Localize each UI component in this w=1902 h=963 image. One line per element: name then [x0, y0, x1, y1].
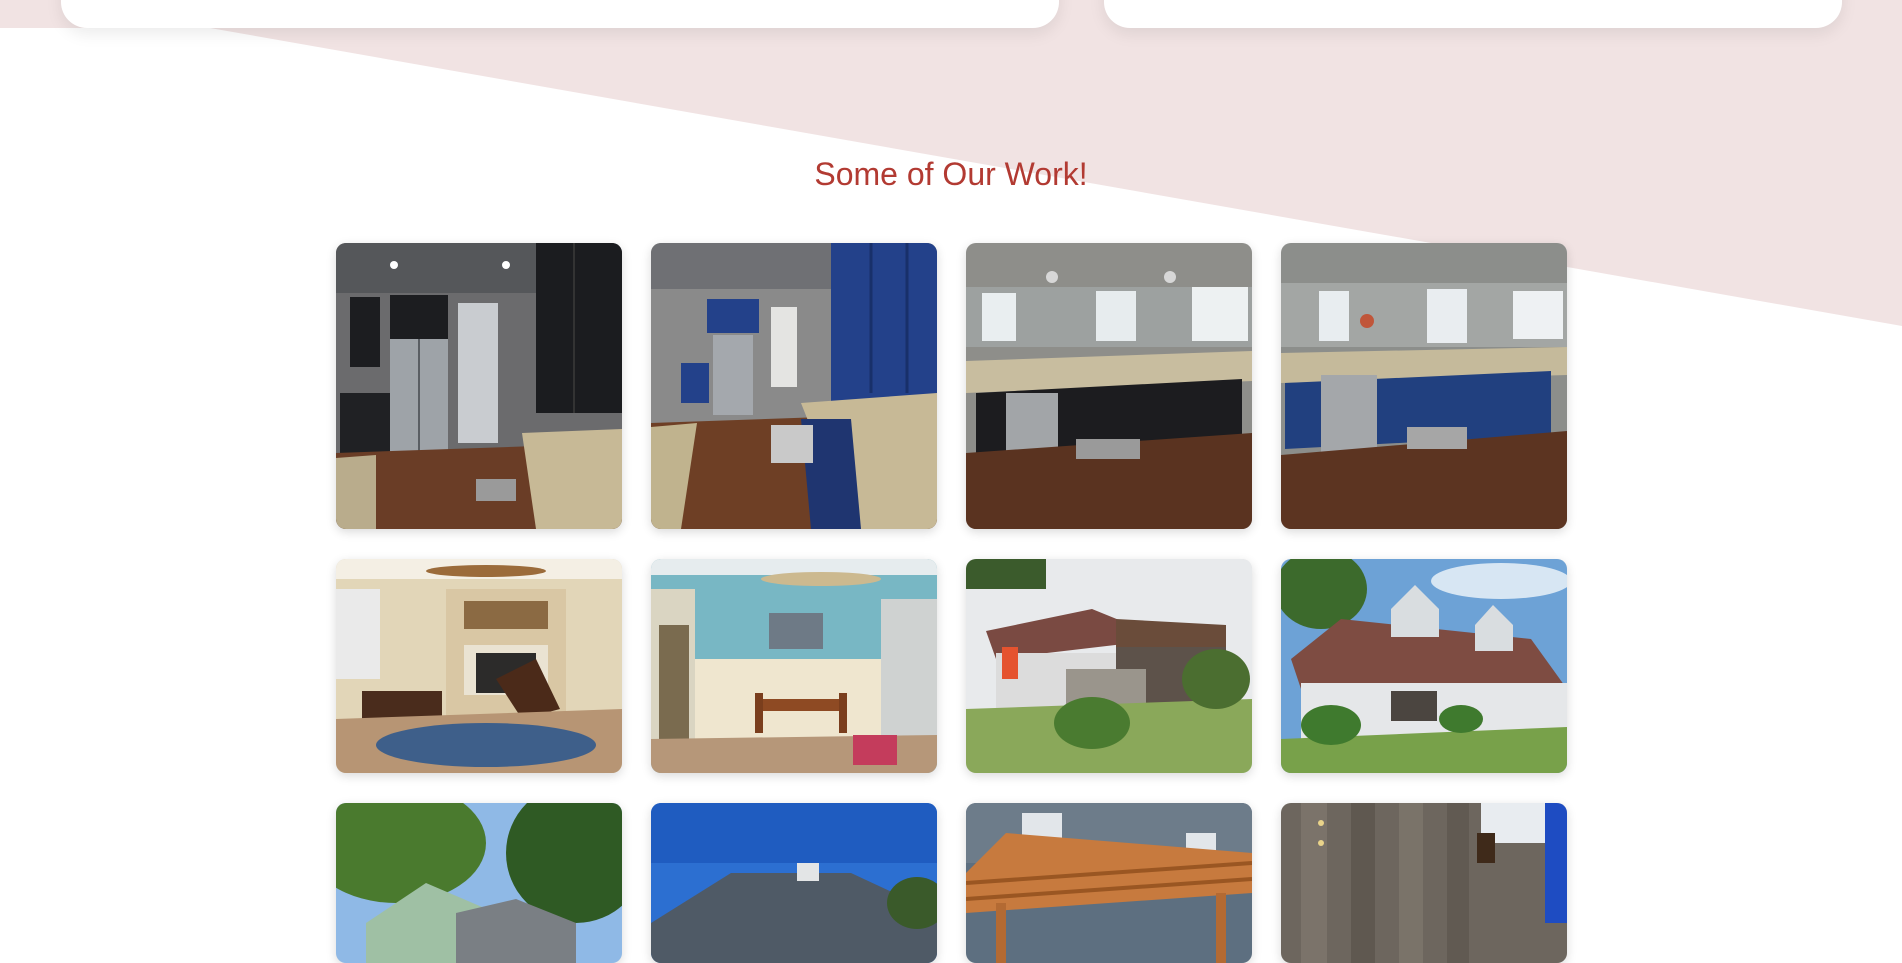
- gallery-photo-dining-room-teal[interactable]: [651, 559, 937, 773]
- section-title: Some of Our Work!: [814, 156, 1088, 192]
- gallery-photo-kitchen-black-island[interactable]: [966, 243, 1252, 529]
- gallery-photo-kitchen-blue-island[interactable]: [1281, 243, 1567, 529]
- gallery-photo-kitchen-black-cabinets[interactable]: [336, 243, 622, 529]
- gallery-photo-house-roof-sky[interactable]: [651, 803, 937, 963]
- gallery-photo-pergola-deck[interactable]: [966, 803, 1252, 963]
- gallery-photo-house-exterior-trees[interactable]: [336, 803, 622, 963]
- top-card-left: [61, 0, 1059, 28]
- gallery-photo-kitchen-blue-cabinets[interactable]: [651, 243, 937, 529]
- gallery-photo-living-room-fireplace[interactable]: [336, 559, 622, 773]
- work-gallery: [336, 243, 1567, 963]
- gallery-photo-house-back-porch[interactable]: [966, 559, 1252, 773]
- gallery-photo-wood-deck[interactable]: [1281, 803, 1567, 963]
- top-card-right: [1104, 0, 1842, 28]
- gallery-photo-house-front-dormers[interactable]: [1281, 559, 1567, 773]
